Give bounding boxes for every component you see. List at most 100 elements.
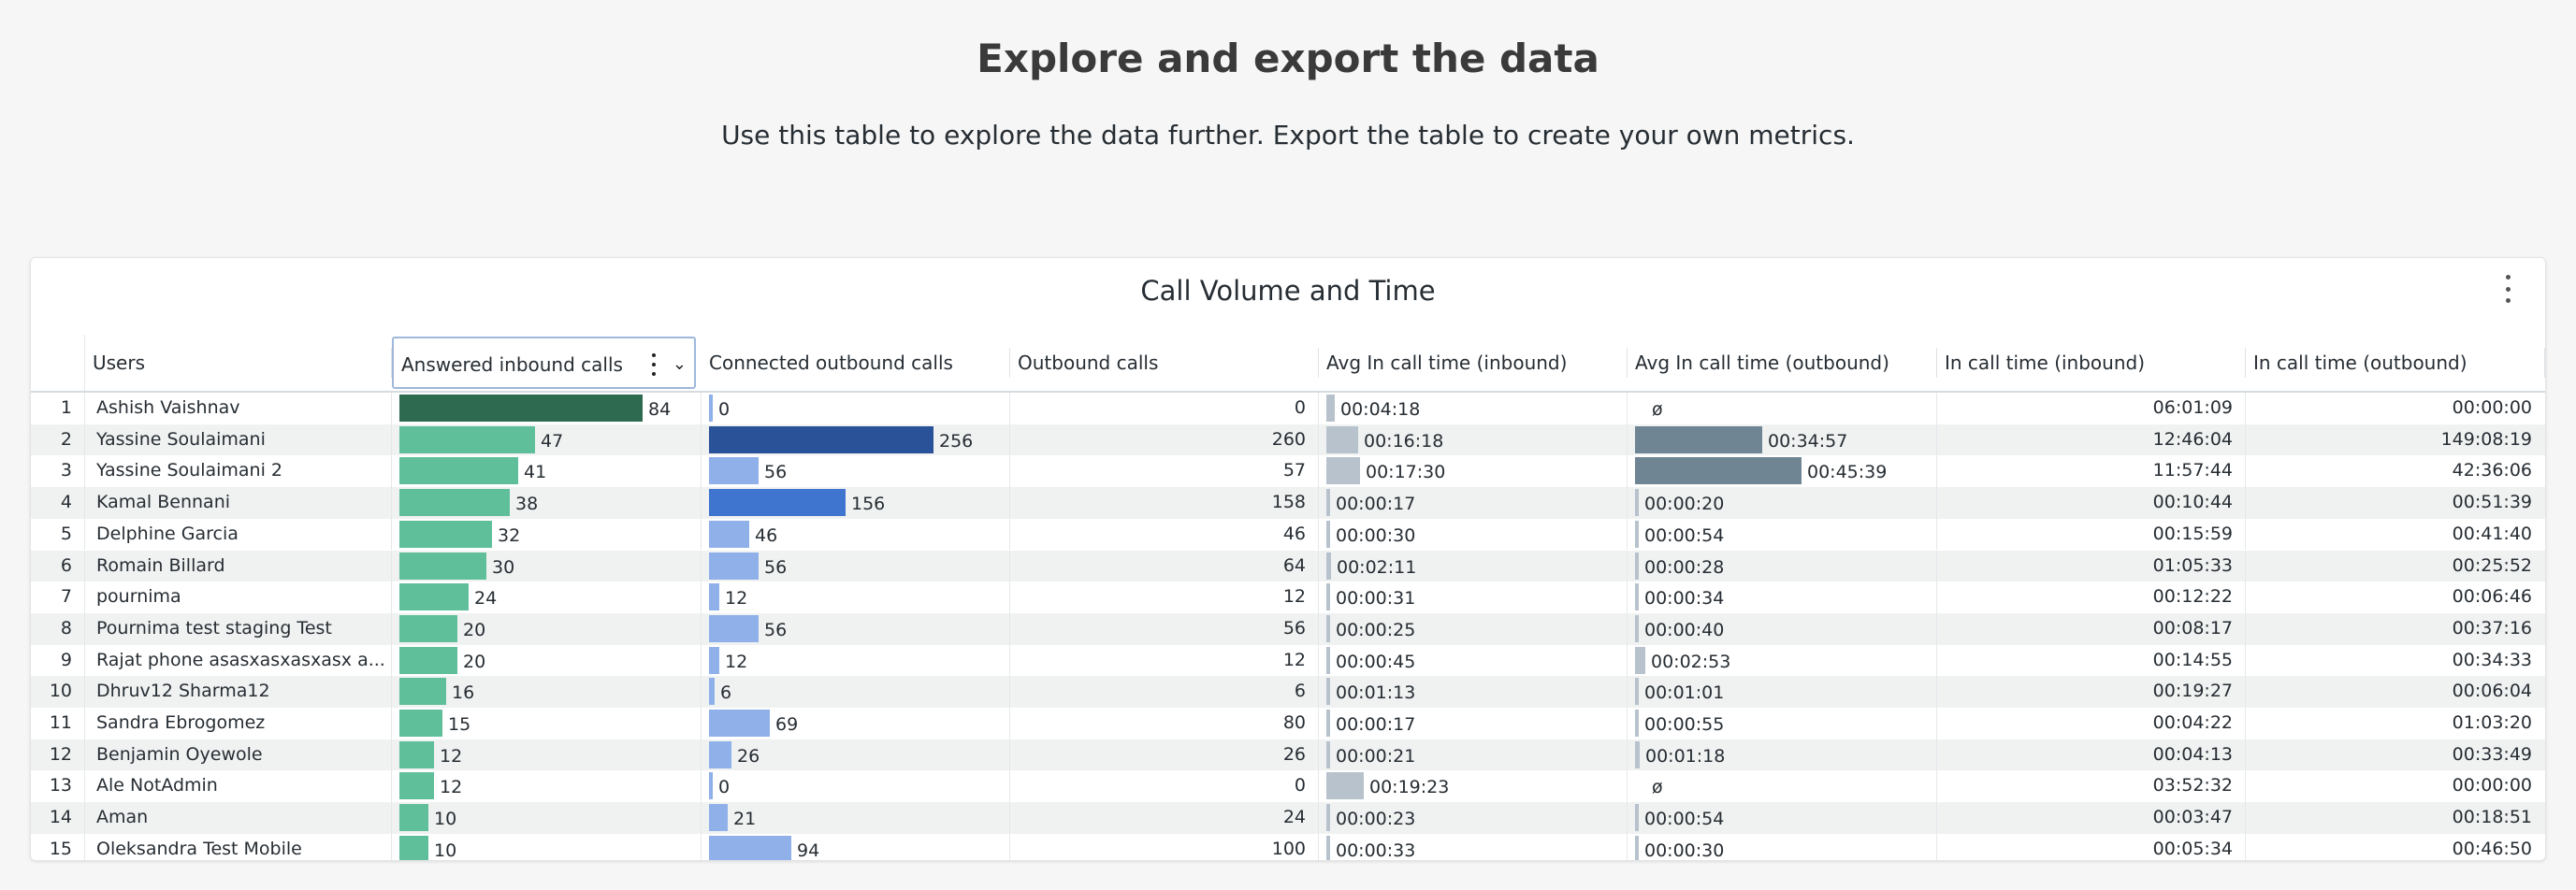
table-row[interactable]: 5 Delphine Garcia 32 46 46 00:00:30 00:00:54 00… <box>31 518 2545 551</box>
column-divider <box>1318 550 1319 582</box>
table-row[interactable]: 7 pournima 24 12 12 00:00:31 00:00:34 00:12:22 0… <box>31 581 2545 613</box>
cell-in-call-outbound: 00:34:33 <box>2452 649 2532 670</box>
column-divider <box>1627 708 1628 739</box>
column-divider <box>701 455 702 488</box>
column-header-in-call-inbound[interactable]: In call time (inbound) <box>1937 335 2246 391</box>
table-row[interactable]: 4 Kamal Bennani 38 156 158 00:00:17 00:00:20 00… <box>31 487 2545 519</box>
cell-outbound-calls: 12 <box>1282 586 1306 608</box>
bar-value: 00:00:40 <box>1644 619 1725 640</box>
table-row[interactable]: 9 Rajat phone asasxasxasxasx a... 20 12 12 00… <box>31 644 2545 677</box>
column-header-connected-outbound[interactable]: Connected outbound calls <box>702 335 1010 391</box>
table-row[interactable]: 10 Dhruv12 Sharma12 16 6 6 00:01:13 00:01:01 00… <box>31 676 2545 708</box>
bar <box>1635 646 1645 674</box>
column-divider <box>391 770 392 803</box>
row-index: 6 <box>60 554 72 576</box>
column-header-avg-in-call-outbound[interactable]: Avg In call time (outbound) <box>1628 335 1937 391</box>
column-divider <box>2245 644 2246 677</box>
table-row[interactable]: 3 Yassine Soulaimani 2 41 56 57 00:17:30 00:45… <box>31 455 2545 488</box>
chevron-down-icon[interactable]: ⌄ <box>673 338 687 387</box>
bar <box>1326 425 1358 453</box>
cell-connected-outbound: 56 <box>702 613 1010 645</box>
column-divider <box>1009 802 1010 834</box>
bar <box>1326 740 1330 768</box>
bar-value: 30 <box>492 556 515 578</box>
column-header-label: Users <box>93 352 146 374</box>
cell-users: Rajat phone asasxasxasxasx a... <box>96 649 385 670</box>
bar-value: 00:01:13 <box>1336 682 1416 704</box>
column-divider <box>1627 802 1628 834</box>
table-row[interactable]: 12 Benjamin Oyewole 12 26 26 00:00:21 00:01:18… <box>31 739 2545 771</box>
cell-users: Benjamin Oyewole <box>96 743 263 765</box>
column-divider <box>1318 423 1319 456</box>
column-divider <box>701 518 702 551</box>
column-menu-icon[interactable] <box>649 353 658 376</box>
column-divider <box>1009 612 1010 645</box>
cell-avg-in-call-outbound: 00:00:34 <box>1628 581 1937 613</box>
column-divider <box>1627 770 1628 803</box>
column-header-in-call-outbound[interactable]: In call time (outbound) <box>2246 335 2545 391</box>
vertical-dots-icon[interactable] <box>2498 275 2517 303</box>
bar-value: 00:34:57 <box>1768 430 1848 452</box>
column-divider <box>391 612 392 645</box>
table-row[interactable]: 1 Ashish Vaishnav 84 0 0 00:04:18 ø 06:01:09 00:… <box>31 393 2545 424</box>
cell-avg-in-call-inbound: 00:00:17 <box>1319 487 1628 519</box>
cell-connected-outbound: 21 <box>702 802 1010 834</box>
column-header-outbound-calls[interactable]: Outbound calls <box>1010 335 1319 391</box>
index-column-divider <box>84 423 85 456</box>
column-divider <box>701 423 702 456</box>
column-divider <box>1627 739 1628 771</box>
cell-outbound-calls: 26 <box>1282 743 1306 765</box>
cell-avg-in-call-outbound: 00:00:30 <box>1628 834 1937 860</box>
bar-value: 00:01:18 <box>1645 745 1726 767</box>
table-row[interactable]: 8 Pournima test staging Test 20 56 56 00:00:2… <box>31 612 2545 645</box>
bar <box>399 710 442 737</box>
bar-value: 00:16:18 <box>1364 430 1444 452</box>
bar <box>1635 583 1639 611</box>
bar <box>1326 614 1330 642</box>
cell-avg-in-call-outbound: ø <box>1628 393 1937 424</box>
cell-outbound-calls: 0 <box>1294 775 1306 797</box>
table-row[interactable]: 15 Oleksandra Test Mobile 10 94 100 00:00:33 0… <box>31 833 2545 860</box>
column-header-users[interactable]: Users <box>85 335 392 391</box>
table-row[interactable]: 2 Yassine Soulaimani 47 256 260 00:16:18 00:34… <box>31 423 2545 456</box>
bar <box>1326 520 1330 548</box>
table-row[interactable]: 6 Romain Billard 30 56 64 00:02:11 00:00:28 01:… <box>31 550 2545 582</box>
bar <box>1326 489 1330 517</box>
column-divider <box>1627 581 1628 613</box>
column-divider <box>391 455 392 488</box>
table-row[interactable]: 13 Ale NotAdmin 12 0 0 00:19:23 ø 03:52:32 00:00… <box>31 770 2545 803</box>
column-header-avg-in-call-inbound[interactable]: Avg In call time (inbound) <box>1319 335 1628 391</box>
row-index: 11 <box>49 712 72 733</box>
cell-in-call-inbound: 00:08:17 <box>2152 617 2233 639</box>
null-value: ø <box>1652 399 1663 420</box>
bar-value: 00:00:23 <box>1336 809 1416 830</box>
cell-answered-inbound: 30 <box>392 551 702 582</box>
bar-value: 47 <box>541 430 564 452</box>
index-column-divider <box>84 802 85 834</box>
column-divider <box>1936 739 1937 771</box>
cell-users: Dhruv12 Sharma12 <box>96 681 270 702</box>
bar-value: 41 <box>524 462 547 483</box>
cell-in-call-inbound: 01:05:33 <box>2152 554 2233 576</box>
column-divider <box>701 739 702 771</box>
cell-answered-inbound: 10 <box>392 834 702 860</box>
cell-outbound-calls: 24 <box>1282 807 1306 828</box>
column-header-answered-inbound[interactable]: Answered inbound calls ⌄ <box>392 337 696 389</box>
bar-value: 46 <box>755 524 778 546</box>
column-divider <box>701 581 702 613</box>
cell-outbound-calls: 64 <box>1282 554 1306 576</box>
bar <box>709 772 713 800</box>
column-divider <box>1009 487 1010 519</box>
cell-connected-outbound: 156 <box>702 487 1010 519</box>
column-divider <box>1936 612 1937 645</box>
bar <box>1635 710 1639 737</box>
column-divider <box>701 393 702 424</box>
index-column-divider <box>84 455 85 488</box>
column-divider <box>1318 739 1319 771</box>
bar-value: 00:00:17 <box>1336 714 1416 735</box>
table-row[interactable]: 11 Sandra Ebrogomez 15 69 80 00:00:17 00:00:55… <box>31 708 2545 739</box>
table-row[interactable]: 14 Aman 10 21 24 00:00:23 00:00:54 00:03:47 00:1… <box>31 802 2545 834</box>
bar-value: 00:00:20 <box>1644 494 1725 515</box>
bar-value: 00:00:54 <box>1644 524 1725 546</box>
bar-value: 56 <box>764 619 788 640</box>
